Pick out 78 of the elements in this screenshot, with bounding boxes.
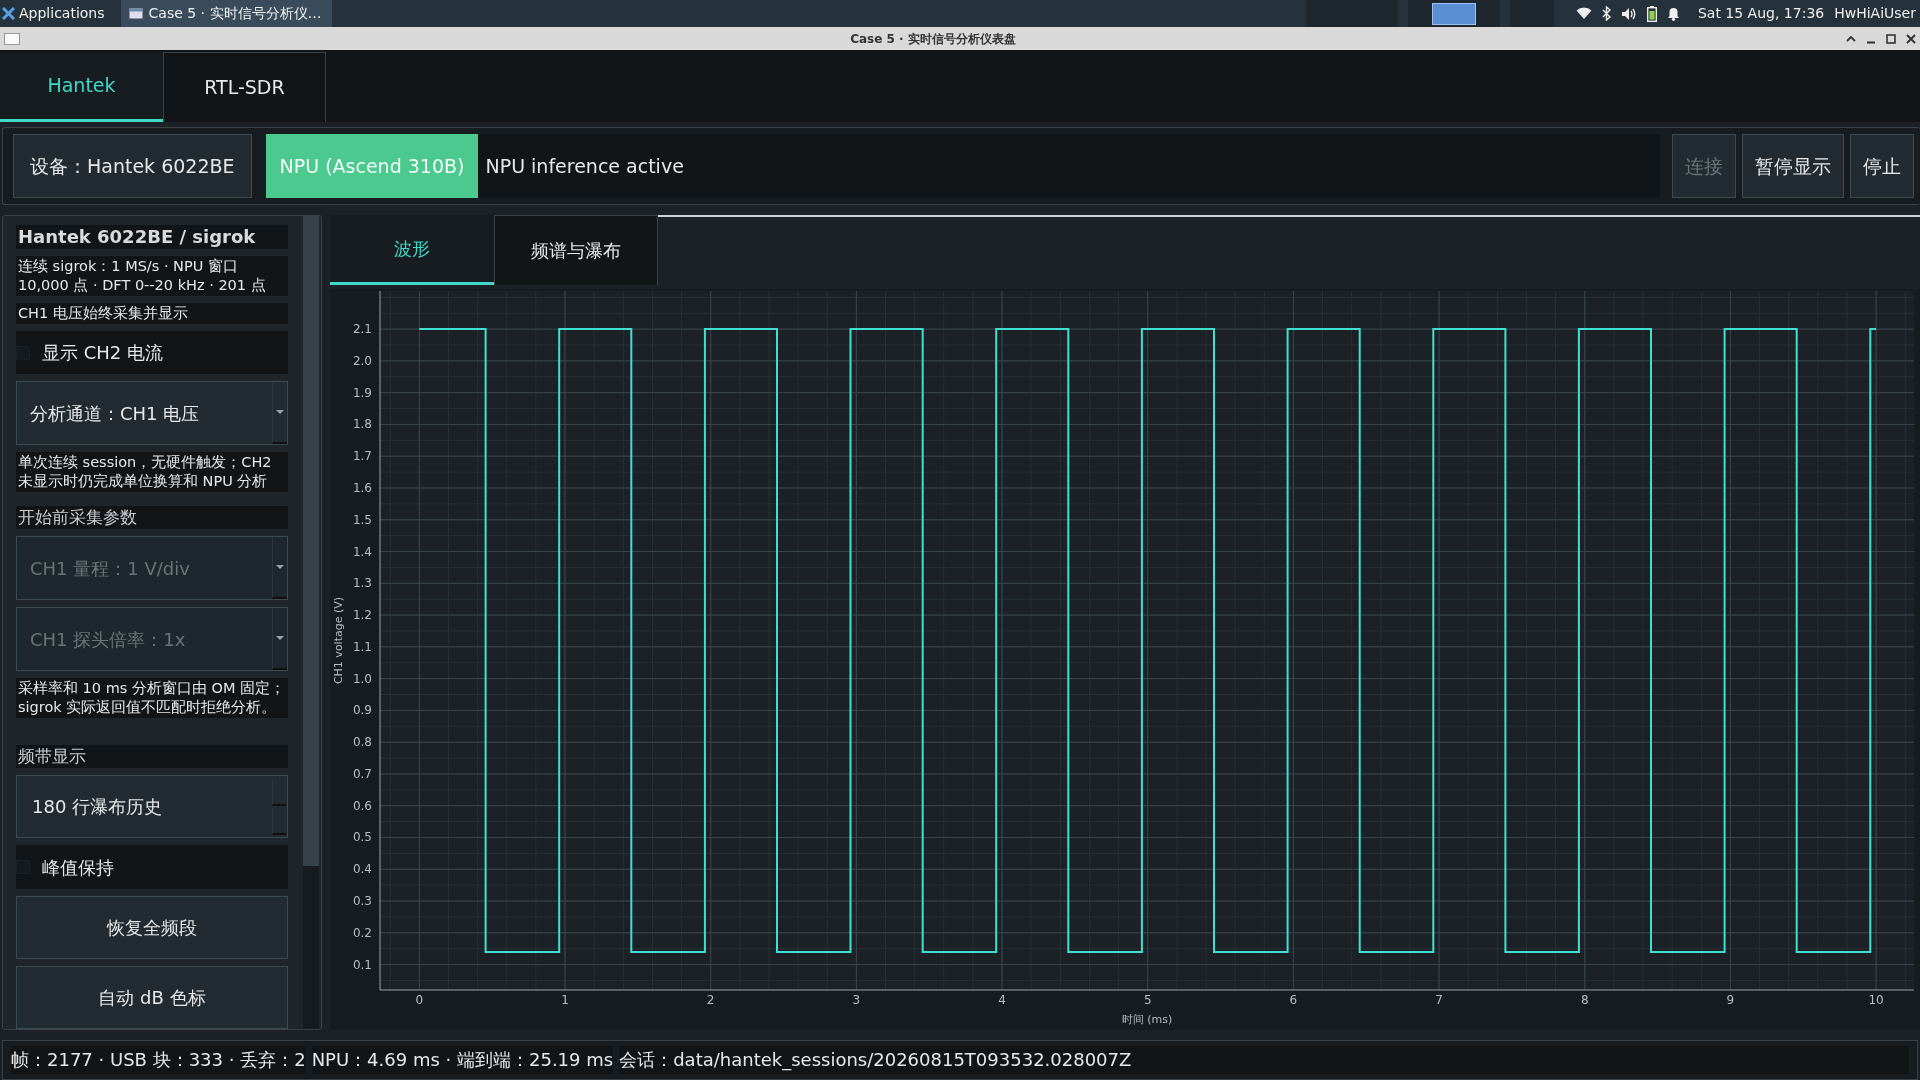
taskbar-window-button[interactable]: Case 5 · 实时信号分析仪… xyxy=(120,0,332,27)
applications-menu[interactable]: Applications xyxy=(19,3,105,24)
bluetooth-icon[interactable] xyxy=(1601,6,1611,21)
y-axis-title: CH1 voltage (V) xyxy=(332,596,345,685)
y-tick-label: 0.4 xyxy=(352,862,372,877)
x-tick-label: 0 xyxy=(415,993,424,1007)
view-tab[interactable]: 频谱与瀑布 xyxy=(494,215,658,285)
toolbar-button[interactable]: 停止 xyxy=(1850,134,1914,198)
scrollbar[interactable] xyxy=(303,216,319,1029)
dropdown[interactable]: 分析通道：CH1 电压 xyxy=(16,381,288,446)
toolbar-button[interactable]: 暂停显示 xyxy=(1742,134,1844,198)
panel-button[interactable]: 恢复全频段 xyxy=(16,895,288,959)
x-tick-label: 2 xyxy=(706,993,715,1007)
caret-icon xyxy=(276,565,284,570)
clock[interactable]: Sat 15 Aug, 17:36 xyxy=(1697,3,1825,24)
device-tab[interactable]: Hantek xyxy=(0,52,163,122)
panel-button[interactable]: 自动 dB 色标 xyxy=(16,965,288,1029)
caret-icon xyxy=(276,636,284,641)
battery-icon[interactable] xyxy=(1646,5,1657,22)
status-text: 帧：2177 · USB 块：333 · 丢弃：2 xyxy=(11,1046,306,1074)
info-text: CH1 电压始终采集并显示 xyxy=(16,303,288,324)
y-tick-label: 1.0 xyxy=(352,671,372,686)
y-tick-label: 0.8 xyxy=(352,735,372,750)
y-tick-label: 1.4 xyxy=(352,544,372,559)
y-tick-label: 1.2 xyxy=(352,608,372,623)
caret-icon xyxy=(276,410,284,415)
section-label: 频带显示 xyxy=(16,745,288,769)
y-tick-label: 0.2 xyxy=(352,925,372,940)
info-text: 采样率和 10 ms 分析窗口由 OM 固定；sigrok 实际返回值不匹配时拒绝分析。 xyxy=(16,678,288,719)
y-tick-label: 1.1 xyxy=(352,639,372,654)
y-tick-label: 1.6 xyxy=(352,481,372,495)
npu-status-text: NPU inference active xyxy=(478,134,1660,198)
close-icon[interactable] xyxy=(1906,33,1916,44)
x-tick-label: 10 xyxy=(1868,993,1884,1007)
y-tick-label: 1.8 xyxy=(352,417,372,432)
y-tick-label: 2.0 xyxy=(352,353,372,368)
speaker-icon[interactable] xyxy=(1620,6,1637,21)
x-axis-title: 时间 (ms) xyxy=(1121,1013,1173,1026)
x-tick-label: 5 xyxy=(1143,993,1152,1007)
y-tick-label: 0.9 xyxy=(352,703,372,718)
y-tick-label: 1.7 xyxy=(352,449,372,464)
y-tick-label: 0.6 xyxy=(352,798,372,813)
window-title: Case 5 · 实时信号分析仪表盘 xyxy=(849,30,1017,48)
y-tick-label: 0.5 xyxy=(352,830,372,845)
x-tick-label: 7 xyxy=(1435,993,1443,1007)
y-tick-label: 1.3 xyxy=(352,576,372,591)
y-tick-label: 1.5 xyxy=(352,512,372,527)
window-icon xyxy=(128,8,143,19)
checkbox-option[interactable]: 峰值保持 xyxy=(16,845,288,889)
info-text: 连续 sigrok：1 MS/s · NPU 窗口 10,000 点 · DFT 0--20 kHz · 201 点 xyxy=(16,256,288,296)
npu-status-badge: NPU (Ascend 310B) xyxy=(265,134,479,198)
info-text: 单次连续 session，无硬件触发；CH2 未显示时仍完成单位换算和 NPU 分析 xyxy=(16,452,288,493)
panel-heading: Hantek 6022BE / sigrok xyxy=(16,225,288,249)
wifi-icon[interactable] xyxy=(1575,7,1592,20)
checkbox-option[interactable]: 显示 CH2 电流 xyxy=(16,331,288,375)
x-tick-label: 8 xyxy=(1580,993,1589,1007)
x-tick-label: 9 xyxy=(1726,993,1735,1007)
y-tick-label: 0.3 xyxy=(352,894,372,909)
bell-icon[interactable] xyxy=(1666,6,1680,21)
user-name[interactable]: HwHiAiUser xyxy=(1834,3,1916,24)
window-icon[interactable] xyxy=(4,32,20,45)
section-label: 开始前采集参数 xyxy=(16,506,288,530)
y-tick-label: 0.1 xyxy=(352,957,372,972)
x-tick-label: 6 xyxy=(1289,993,1298,1007)
menu-icon[interactable] xyxy=(2,7,15,20)
y-tick-label: 2.1 xyxy=(352,322,372,337)
y-tick-label: 1.9 xyxy=(352,385,372,400)
device-tab[interactable]: RTL-SDR xyxy=(163,52,326,122)
x-tick-label: 4 xyxy=(998,993,1006,1007)
maximize-icon[interactable] xyxy=(1886,33,1896,44)
shade-icon[interactable] xyxy=(1846,35,1856,42)
x-tick-label: 1 xyxy=(561,993,569,1007)
y-tick-label: 0.7 xyxy=(352,766,372,781)
status-text: NPU：4.69 ms · 端到端：25.19 ms xyxy=(311,1046,614,1074)
status-text: 会话：data/hantek_sessions/20260815T093532.028007Z xyxy=(619,1046,1909,1074)
device-label: 设备：Hantek 6022BE xyxy=(13,134,252,198)
view-tab[interactable]: 波形 xyxy=(330,215,494,285)
x-tick-label: 3 xyxy=(852,993,861,1007)
